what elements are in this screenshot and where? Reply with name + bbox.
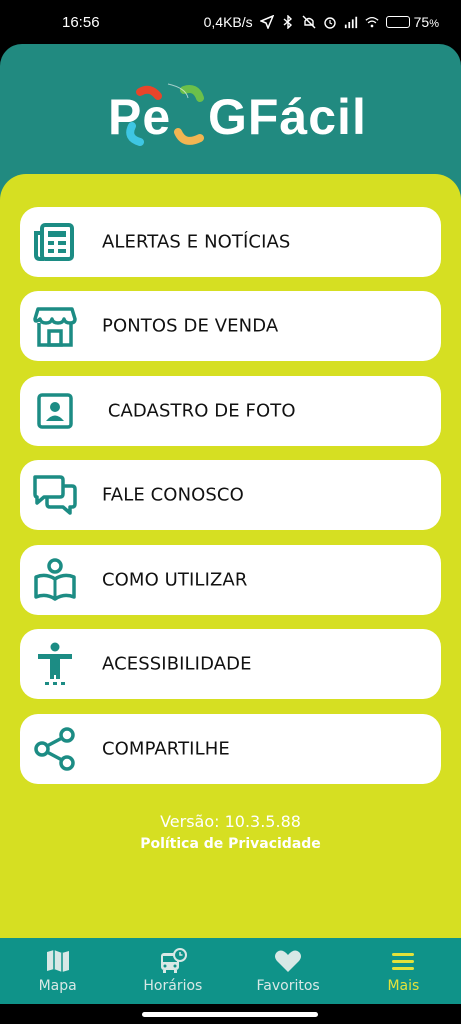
- nav-label-horarios: Horários: [143, 978, 203, 994]
- bus-clock-icon: [160, 948, 187, 973]
- pegfacil-logo: Pe GFácil: [108, 82, 366, 162]
- signal-icon: [344, 16, 357, 29]
- privacy-policy-link[interactable]: Política de Privacidade: [0, 836, 461, 852]
- battery-percent: 75%: [413, 14, 439, 30]
- nav-label-mapa: Mapa: [38, 978, 77, 994]
- bottom-navigation: Mapa Horários Favoritos Mais: [0, 938, 461, 1004]
- header: Pe GFácil: [0, 44, 461, 174]
- hamburger-menu-icon: [392, 953, 415, 970]
- nav-tab-mapa[interactable]: Mapa: [0, 938, 115, 1004]
- logo-text-right: GFácil: [208, 89, 367, 145]
- network-speed: 0,4KB/s: [203, 14, 253, 30]
- bluetooth-icon: [283, 15, 292, 29]
- app-screen: Pe GFácil ALERTAS E NOTÍCIAS PONTOS DE V…: [0, 44, 461, 1004]
- home-indicator[interactable]: [142, 1012, 318, 1017]
- nav-tab-mais[interactable]: Mais: [346, 938, 461, 1004]
- menu-label-compartilhe: COMPARTILHE: [102, 738, 230, 760]
- menu-item-fale-conosco[interactable]: FALE CONOSCO: [20, 460, 441, 530]
- alarm-icon: [323, 17, 336, 29]
- status-icons: 0,4KB/s 75%: [204, 14, 439, 30]
- nav-tab-favoritos[interactable]: Favoritos: [231, 938, 346, 1004]
- status-bar: 16:56 0,4KB/s 75%: [0, 0, 461, 44]
- logo-text-left: Pe: [108, 89, 172, 145]
- nav-tab-horarios[interactable]: Horários: [115, 938, 230, 1004]
- store-icon: [33, 307, 77, 347]
- menu-label-como-utilizar: COMO UTILIZAR: [102, 569, 248, 591]
- share-icon: [34, 727, 75, 771]
- newspaper-icon: [34, 223, 74, 261]
- heart-icon: [275, 950, 302, 972]
- menu-item-compartilhe[interactable]: COMPARTILHE: [20, 714, 441, 784]
- menu-item-como-utilizar[interactable]: COMO UTILIZAR: [20, 545, 441, 615]
- menu-item-acessibilidade[interactable]: ACESSIBILIDADE: [20, 629, 441, 699]
- accessibility-icon: [38, 642, 72, 685]
- menu-item-alertas[interactable]: ALERTAS E NOTÍCIAS: [20, 207, 441, 277]
- mute-icon: [302, 15, 316, 29]
- menu-label-alertas: ALERTAS E NOTÍCIAS: [102, 231, 291, 253]
- battery-icon: [385, 16, 410, 28]
- chat-icon: [33, 475, 77, 515]
- menu-item-pontos-de-venda[interactable]: PONTOS DE VENDA: [20, 291, 441, 361]
- nav-label-mais: Mais: [387, 978, 420, 994]
- nav-label-favoritos: Favoritos: [256, 978, 320, 994]
- menu-label-fale-conosco: FALE CONOSCO: [102, 484, 244, 506]
- menu-item-cadastro-de-foto[interactable]: CADASTRO DE FOTO: [20, 376, 441, 446]
- wifi-icon: [365, 16, 379, 28]
- menu-label-pontos-de-venda: PONTOS DE VENDA: [102, 315, 279, 337]
- location-arrow-icon: [259, 15, 274, 29]
- portrait-icon: [37, 393, 73, 429]
- gesture-bar-area: [0, 1004, 461, 1024]
- reading-icon: [34, 558, 76, 601]
- menu-label-cadastro-de-foto: CADASTRO DE FOTO: [102, 400, 296, 422]
- status-time: 16:56: [62, 13, 100, 31]
- menu-label-acessibilidade: ACESSIBILIDADE: [102, 653, 252, 675]
- app-version: Versão: 10.3.5.88: [160, 812, 301, 831]
- map-icon: [46, 950, 69, 972]
- battery-indicator: 75%: [385, 14, 439, 30]
